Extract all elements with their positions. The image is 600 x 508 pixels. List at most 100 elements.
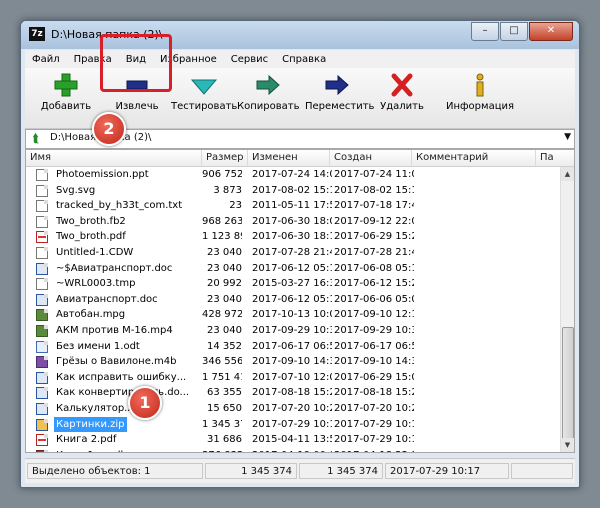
file-name: Картинки.zip (53, 415, 128, 434)
file-icon (36, 246, 48, 259)
extract-highlight-frame (100, 34, 172, 92)
file-icon (36, 356, 48, 369)
file-modified: 2017-09-10 14:36 (252, 356, 332, 368)
file-name: Авиатранспорт.doc (56, 293, 158, 305)
table-row[interactable]: Untitled-1.CDW 23 040 2017-07-28 21:402017… (26, 245, 560, 261)
menu-file[interactable]: Файл (25, 54, 67, 65)
info-button[interactable]: Информация (445, 72, 515, 122)
file-size: 23 040 (207, 293, 242, 305)
file-name: Untitled-1.CDW (56, 246, 134, 258)
table-row[interactable]: Как конвертировать.do... 63 355 2017-08-18… (26, 385, 560, 401)
status-selected: Выделено объектов: 1 (27, 463, 203, 479)
file-size: 968 263 (202, 215, 242, 227)
table-row[interactable]: АКМ против М-16.mp4 23 040 2017-09-29 10:3… (26, 323, 560, 339)
file-name: Photoemission.ppt (56, 169, 149, 180)
scroll-up-icon[interactable]: ▲ (561, 167, 574, 181)
plus-icon (49, 72, 83, 98)
file-modified: 2015-03-27 16:30 (252, 278, 332, 290)
column-created[interactable]: Создан (330, 150, 412, 166)
file-created: 2017-09-12 22:04 (334, 215, 414, 227)
table-row[interactable]: tracked_by_h33t_com.txt 23 2011-05-11 17:5… (26, 198, 560, 214)
vertical-scrollbar[interactable]: ▲ ▼ (560, 167, 574, 452)
file-name: Two_broth.pdf (56, 231, 126, 243)
file-created: 2017-06-17 06:50 (334, 340, 414, 352)
table-row[interactable]: ~$Авиатранспорт.doc 23 040 2017-06-12 05:1… (26, 261, 560, 277)
table-row[interactable]: Photoemission.ppt 906 752 2017-07-24 14:05… (26, 167, 560, 183)
close-button[interactable]: ✕ (529, 22, 573, 41)
file-name: Svg.svg (56, 184, 96, 196)
file-created: 2017-08-02 15:14 (334, 184, 414, 196)
column-folder[interactable]: Па (536, 150, 574, 166)
menu-help[interactable]: Справка (275, 54, 333, 65)
file-size: 20 992 (207, 278, 242, 290)
test-button[interactable]: Тестировать (171, 72, 237, 122)
table-row[interactable]: Авиатранспорт.doc 23 040 2017-06-12 05:162… (26, 292, 560, 308)
table-row[interactable]: Книга 2.pdf 31 686 2015-04-11 13:502017-07… (26, 432, 560, 448)
menu-tools[interactable]: Сервис (224, 54, 275, 65)
file-name: Как исправить ошибку... (56, 371, 187, 383)
file-created: 2017-07-29 10:17 (334, 434, 414, 446)
column-size[interactable]: Размер (202, 150, 248, 166)
file-created: 2017-09-10 14:36 (334, 356, 414, 368)
file-modified: 2017-07-24 14:05 (252, 169, 332, 180)
move-button[interactable]: Переместить (305, 72, 375, 122)
scroll-down-icon[interactable]: ▼ (561, 438, 574, 452)
file-list[interactable]: Имя Размер Изменен Создан Комментарий Па… (25, 149, 575, 453)
copy-button[interactable]: Копировать (237, 72, 299, 122)
file-icon (36, 169, 48, 181)
folder-up-icon[interactable]: ⮬ (28, 131, 44, 145)
file-size: 31 686 (207, 434, 242, 446)
file-icon (36, 449, 48, 452)
chevron-down-icon[interactable]: ▼ (564, 132, 571, 142)
file-created: 2017-09-29 10:30 (334, 324, 414, 336)
file-icon (36, 293, 48, 306)
column-name[interactable]: Имя (26, 150, 202, 166)
check-icon (187, 72, 221, 98)
column-modified[interactable]: Изменен (248, 150, 330, 166)
arrow-right-icon (251, 72, 285, 98)
table-row[interactable]: Svg.svg 3 873 2017-08-02 15:142017-08-02 1… (26, 183, 560, 199)
file-icon (36, 184, 48, 197)
file-name: Two_broth.fb2 (56, 215, 126, 227)
file-name: Книга1.accdb (54, 448, 129, 452)
add-button[interactable]: Добавить (39, 72, 93, 122)
table-row[interactable]: Как исправить ошибку... 1 751 418 2017-07-… (26, 370, 560, 386)
file-size: 428 972 032 (202, 309, 242, 321)
table-row[interactable]: Калькулятор.xlsx15 6502017-07-20 10:2520… (26, 401, 560, 417)
file-modified: 2017-06-12 05:16 (252, 262, 332, 274)
table-row[interactable]: Книга1.accdb 376 832 2017-04-19 00:032017-… (26, 448, 560, 452)
file-size: 15 650 (207, 402, 242, 414)
file-modified: 2017-07-20 10:25 (252, 402, 332, 414)
file-icon (36, 215, 48, 228)
file-name: АКМ против М-16.mp4 (56, 324, 173, 336)
file-rows: Photoemission.ppt 906 752 2017-07-24 14:05… (26, 167, 560, 452)
file-modified: 2017-07-29 10:17 (252, 418, 332, 430)
file-icon (36, 434, 48, 447)
file-name: Без имени 1.odt (56, 340, 140, 352)
scroll-thumb[interactable] (562, 327, 574, 449)
file-created: 2017-06-12 15:26 (334, 278, 414, 290)
file-created: 2017-09-10 12:14 (334, 309, 414, 321)
move-label: Переместить (305, 101, 375, 112)
delete-button[interactable]: Удалить (375, 72, 429, 122)
table-row[interactable]: Two_broth.fb2 968 263 2017-06-30 18:002017… (26, 214, 560, 230)
x-icon (385, 72, 419, 98)
table-row[interactable]: Без имени 1.odt 14 352 2017-06-17 06:50201… (26, 339, 560, 355)
file-created: 2017-08-18 15:25 (334, 387, 414, 399)
file-icon (36, 402, 48, 415)
file-created: 2017-07-24 11:01 (334, 169, 414, 180)
file-icon (36, 340, 48, 353)
column-comment[interactable]: Комментарий (412, 150, 536, 166)
table-row[interactable]: Грёзы о Вавилоне.m4b 346 556 831 2017-09-1… (26, 354, 560, 370)
table-row[interactable]: Автобан.mpg 428 972 032 2017-10-13 10:0320… (26, 307, 560, 323)
table-row[interactable]: ~WRL0003.tmp 20 992 2015-03-27 16:302017-0… (26, 276, 560, 292)
table-row-selected[interactable]: Картинки.zip 1 345 374 2017-07-29 10:17201… (26, 415, 560, 434)
file-size: 346 556 831 (202, 356, 242, 368)
7zip-app-icon: 7z (29, 27, 45, 41)
file-name: tracked_by_h33t_com.txt (56, 200, 183, 212)
file-size: 3 873 (213, 184, 242, 196)
maximize-button[interactable]: □ (500, 22, 528, 41)
table-row[interactable]: Two_broth.pdf 1 123 891 2017-06-30 18:1120… (26, 229, 560, 245)
minimize-button[interactable]: – (471, 22, 499, 41)
file-icon (36, 387, 48, 400)
